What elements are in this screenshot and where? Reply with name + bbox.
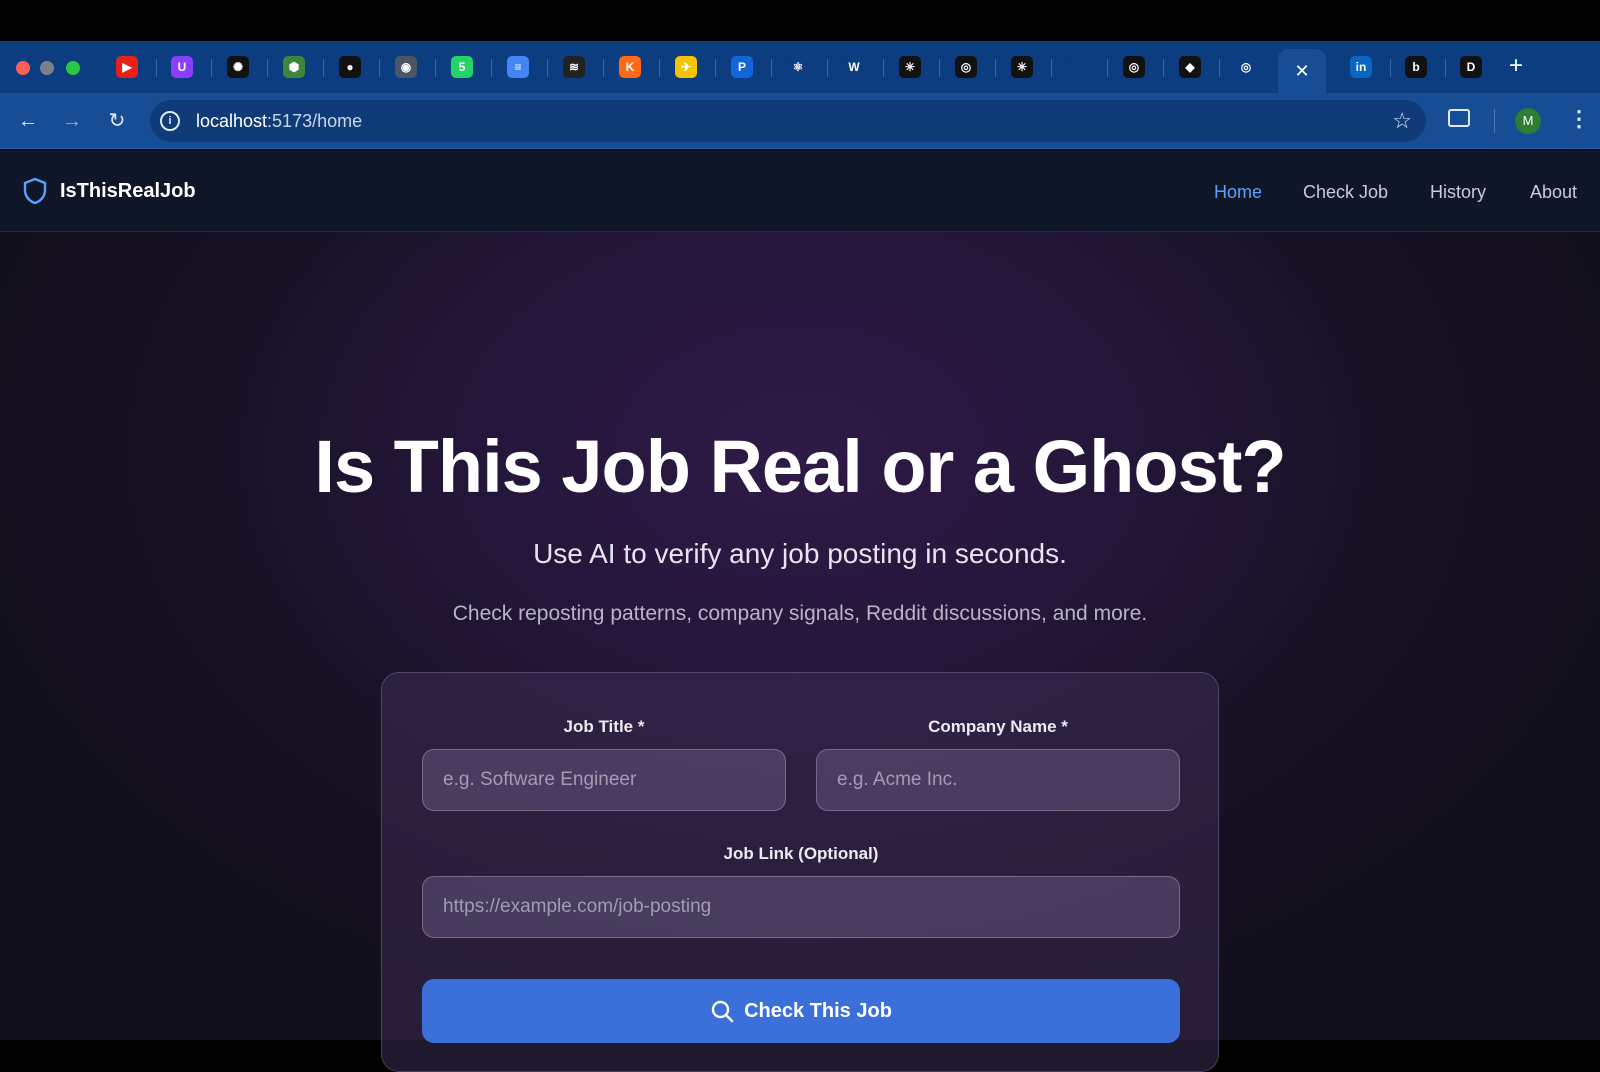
- bookmark-star-icon[interactable]: ☆: [1392, 108, 1412, 134]
- chrome-icon[interactable]: ◎: [1235, 56, 1257, 78]
- tab-divider: [1390, 59, 1391, 77]
- youtube-icon[interactable]: ▶: [116, 56, 138, 78]
- profile-avatar[interactable]: M: [1515, 108, 1541, 134]
- hero-description: Check reposting patterns, company signal…: [452, 602, 1148, 625]
- react-icon[interactable]: ⚛: [787, 56, 809, 78]
- job-title-label: Job Title *: [563, 717, 645, 736]
- whatsapp-icon[interactable]: 5: [451, 56, 473, 78]
- reload-button[interactable]: ↻: [103, 107, 131, 135]
- cursor-icon[interactable]: ◆: [1179, 56, 1201, 78]
- globe-icon[interactable]: ◉: [395, 56, 417, 78]
- company-name-input[interactable]: [816, 749, 1180, 811]
- browser-toolbar: ← → ↻ i localhost:5173/home ☆ M ⋮: [0, 93, 1600, 149]
- k-icon[interactable]: K: [619, 56, 641, 78]
- tab-divider: [547, 59, 548, 77]
- app-navbar: IsThisRealJob Home Check Job History Abo…: [0, 150, 1600, 232]
- nav-link-home[interactable]: Home: [1214, 182, 1262, 203]
- docs-icon[interactable]: ≡: [507, 56, 529, 78]
- arrow-left-icon: ←: [18, 110, 38, 132]
- minimize-window-button[interactable]: [40, 61, 54, 75]
- tab-divider: [603, 59, 604, 77]
- tab-divider: [1219, 59, 1220, 77]
- tab-divider: [1445, 59, 1446, 77]
- brand-logo-text[interactable]: IsThisRealJob: [60, 180, 196, 203]
- tab-divider: [491, 59, 492, 77]
- tab-divider: [939, 59, 940, 77]
- p-icon[interactable]: P: [731, 56, 753, 78]
- back-button[interactable]: ←: [14, 107, 42, 135]
- tab-divider: [715, 59, 716, 77]
- check-job-button-label: Check This Job: [744, 999, 892, 1022]
- url-text[interactable]: localhost:5173/home: [196, 111, 362, 132]
- close-window-button[interactable]: [16, 61, 30, 75]
- screen-top-bezel: [0, 0, 1600, 41]
- tab-divider: [883, 59, 884, 77]
- reload-icon: ↻: [108, 110, 126, 132]
- tab-divider: [211, 59, 212, 77]
- nav-link-check-job[interactable]: Check Job: [1303, 182, 1388, 203]
- company-name-label: Company Name *: [928, 717, 1068, 736]
- nav-link-about[interactable]: About: [1530, 182, 1577, 203]
- hero-subtitle: Use AI to verify any job posting in seco…: [533, 538, 1067, 569]
- arrow-right-icon: →: [62, 110, 82, 132]
- tab-divider: [771, 59, 772, 77]
- tab-divider: [323, 59, 324, 77]
- active-tab[interactable]: ✕: [1278, 49, 1326, 93]
- tab-search-icon[interactable]: [1448, 109, 1470, 127]
- close-tab-icon[interactable]: ✕: [1294, 61, 1309, 82]
- hero-title: Is This Job Real or a Ghost?: [314, 425, 1286, 508]
- circle-icon[interactable]: ◎: [1123, 56, 1145, 78]
- url-host: localhost: [196, 111, 268, 131]
- tab-divider: [267, 59, 268, 77]
- url-path: :5173/home: [267, 111, 363, 131]
- openai-icon[interactable]: ✺: [227, 56, 249, 78]
- d-icon[interactable]: D: [1460, 56, 1482, 78]
- blank-icon[interactable]: [1067, 56, 1089, 78]
- w-icon[interactable]: W: [843, 56, 865, 78]
- tab-divider: [379, 59, 380, 77]
- hero-section: Is This Job Real or a Ghost? Use AI to v…: [0, 232, 1600, 1072]
- tab-divider: [1107, 59, 1108, 77]
- tab-divider: [659, 59, 660, 77]
- new-tab-button[interactable]: +: [1504, 54, 1528, 78]
- tab-divider: [1051, 59, 1052, 77]
- address-bar[interactable]: i localhost:5173/home ☆: [150, 100, 1426, 142]
- search-icon: [711, 1000, 734, 1023]
- shield-icon: [23, 177, 47, 205]
- tab-divider: [435, 59, 436, 77]
- browser-tab-bar: ▶ U ✺ ⬢ ● ◉ 5 ≡ ≋ K ✈ P ⚛ W ✳ ◎ ✳ ◎ ◆ ◎ in b D ✕ +: [0, 41, 1600, 93]
- b-icon[interactable]: b: [1405, 56, 1427, 78]
- job-check-form: Job Title * Company Name * Job Link (Opt…: [381, 672, 1219, 1072]
- perplexity-icon[interactable]: ✳: [899, 56, 921, 78]
- toolbar-divider: [1494, 109, 1495, 133]
- stackoverflow-icon[interactable]: ≋: [563, 56, 585, 78]
- flight-icon[interactable]: ✈: [675, 56, 697, 78]
- circle-icon[interactable]: ◎: [955, 56, 977, 78]
- nodejs-icon[interactable]: ⬢: [283, 56, 305, 78]
- tab-divider: [156, 59, 157, 77]
- menu-kebab-icon[interactable]: ⋮: [1568, 106, 1590, 132]
- maximize-window-button[interactable]: [66, 61, 80, 75]
- job-link-label: Job Link (Optional): [723, 844, 879, 863]
- tab-divider: [827, 59, 828, 77]
- perplexity-icon[interactable]: ✳: [1011, 56, 1033, 78]
- github-icon[interactable]: ●: [339, 56, 361, 78]
- site-info-icon[interactable]: i: [160, 111, 180, 131]
- linkedin-icon[interactable]: in: [1350, 56, 1372, 78]
- forward-button[interactable]: →: [58, 107, 86, 135]
- u-icon[interactable]: U: [171, 56, 193, 78]
- job-title-input[interactable]: [422, 749, 786, 811]
- tab-divider: [995, 59, 996, 77]
- tab-divider: [1163, 59, 1164, 77]
- check-job-button[interactable]: Check This Job: [422, 979, 1180, 1043]
- job-link-input[interactable]: [422, 876, 1180, 938]
- nav-link-history[interactable]: History: [1430, 182, 1486, 203]
